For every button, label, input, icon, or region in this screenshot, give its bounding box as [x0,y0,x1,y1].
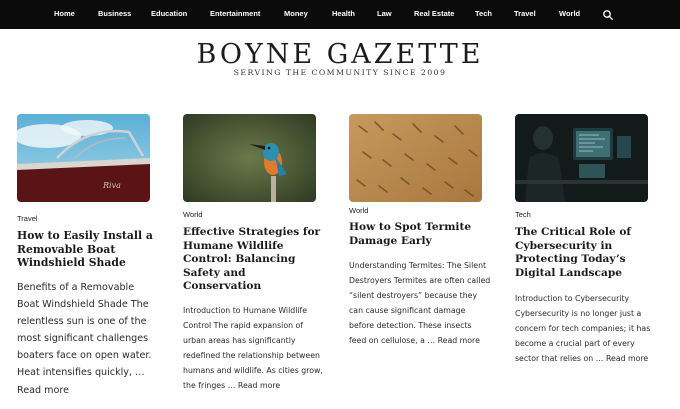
site-title[interactable]: BOYNE GAZETTE [0,38,680,72]
kingfisher-photo[interactable] [183,114,316,202]
article-title[interactable]: How to Spot Termite Damage Early [349,221,487,248]
article-category[interactable]: World [349,206,368,215]
nav-item-health[interactable]: Health [332,9,355,18]
article-title[interactable]: How to Easily Install a Removable Boat W… [17,229,155,270]
nav-item-home[interactable]: Home [54,9,75,18]
article-category[interactable]: Tech [515,210,531,219]
article-title[interactable]: The Critical Role of Cybersecurity in Pr… [515,226,653,280]
boat-photo[interactable]: Riva [17,114,150,202]
article-category[interactable]: Travel [17,214,38,223]
search-icon[interactable] [602,8,614,20]
article-excerpt: Understanding Termites: The Silent Destr… [349,258,491,349]
nav-item-business[interactable]: Business [98,9,131,18]
article-title[interactable]: Effective Strategies for Humane Wildlife… [183,226,321,294]
nav-item-world[interactable]: World [559,9,580,18]
read-more-link[interactable]: Read more [238,381,280,390]
article-excerpt: Benefits of a Removable Boat Windshield … [17,279,159,399]
article-category[interactable]: World [183,210,202,219]
nav-item-travel[interactable]: Travel [514,9,536,18]
read-more-link[interactable]: Read more [438,336,480,345]
article-excerpt: Introduction to Cybersecurity Cybersecur… [515,291,657,366]
nav-item-education[interactable]: Education [151,9,187,18]
masthead: BOYNE GAZETTE SERVING THE COMMUNITY SINC… [0,38,680,77]
nav-item-entertainment[interactable]: Entertainment [210,9,260,18]
article-excerpt-text: Introduction to Humane Wildlife Control … [183,306,323,391]
article-excerpt: Introduction to Humane Wildlife Control … [183,303,325,394]
article-excerpt-text: Understanding Termites: The Silent Destr… [349,261,491,346]
article-excerpt-text: Benefits of a Removable Boat Windshield … [17,282,152,379]
nav-item-real-estate[interactable]: Real Estate [414,9,454,18]
nav-item-law[interactable]: Law [377,9,392,18]
article-excerpt-text: Introduction to Cybersecurity Cybersecur… [515,294,651,364]
read-more-link[interactable]: Read more [17,385,69,396]
site-tagline: SERVING THE COMMUNITY SINCE 2009 [233,68,447,77]
top-navigation: Home Business Education Entertainment Mo… [0,0,680,29]
svg-text:Riva: Riva [102,181,121,190]
nav-item-money[interactable]: Money [284,9,308,18]
termite-wood-photo[interactable] [349,114,482,202]
nav-item-tech[interactable]: Tech [475,9,492,18]
read-more-link[interactable]: Read more [606,354,648,363]
hacker-computer-photo[interactable] [515,114,648,202]
